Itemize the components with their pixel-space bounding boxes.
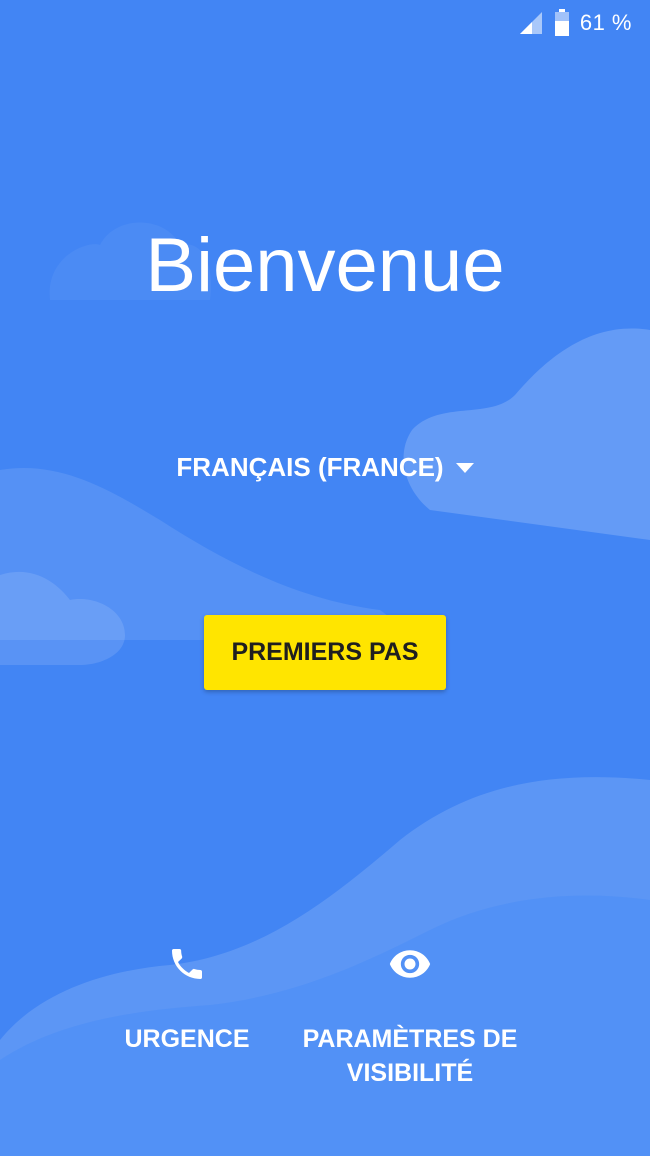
battery-icon [554,9,569,36]
accessibility-label-line1: PARAMÈTRES DE [302,1025,518,1053]
dropdown-arrow-icon [455,462,474,473]
emergency-label: URGENCE [124,1025,250,1053]
start-button[interactable]: PREMIERS PAS [204,615,446,690]
battery-percent: 61 % [579,10,632,35]
phone-icon [172,949,202,979]
eye-icon [389,950,431,978]
welcome-title: Bienvenue [145,223,505,308]
accessibility-label-line2: VISIBILITÉ [346,1059,474,1087]
language-label: FRANÇAIS (FRANCE) [176,452,444,482]
accessibility-settings-button[interactable]: PARAMÈTRES DE VISIBILITÉ [285,940,535,1090]
emergency-button[interactable]: URGENCE [107,940,267,1056]
signal-icon [519,12,542,34]
language-selector[interactable]: FRANÇAIS (FRANCE) [0,452,650,483]
status-bar: 61 % [0,0,650,46]
